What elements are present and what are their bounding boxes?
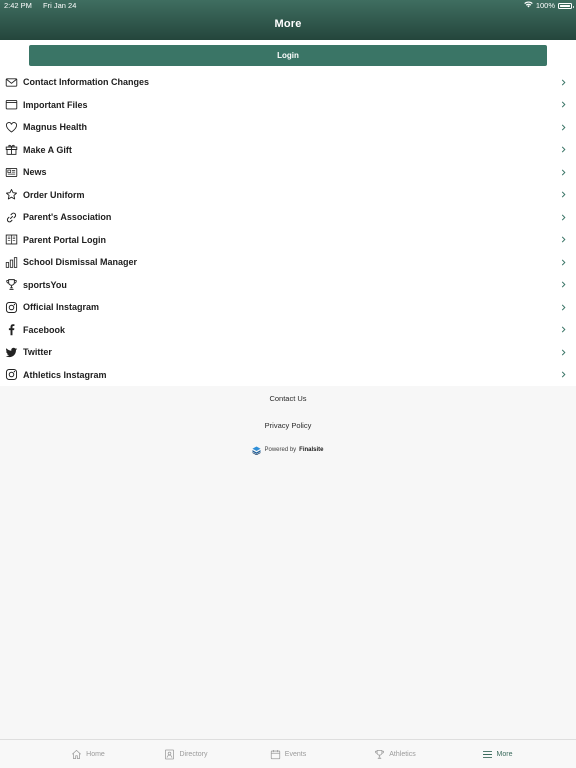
newspaper-icon [5,166,18,179]
status-bar: 2:42 PM Fri Jan 24 100% [0,0,576,12]
app-header: 2:42 PM Fri Jan 24 100% More [0,0,576,40]
bottom-tab-bar: Home Directory Events Athletics More [0,739,576,768]
battery-percent: 100% [535,1,555,10]
chevron-right-icon [560,326,567,333]
directory-icon [164,749,175,760]
menu-item-news[interactable]: News [0,161,576,184]
menu-item-label: Facebook [23,324,66,335]
menu-item-label: Make A Gift [23,144,72,155]
menu-item-parent-portal-login[interactable]: Parent Portal Login [0,229,576,252]
chevron-right-icon [560,259,567,266]
battery-icon [558,3,574,9]
calendar-icon [270,749,281,760]
menu-item-label: School Dismissal Manager [23,257,138,267]
chevron-right-icon [560,79,567,86]
home-icon [71,749,82,760]
chevron-right-icon [560,281,567,288]
menu-item-make-a-gift[interactable]: Make A Gift [0,139,576,162]
menu-item-label: Parent Portal Login [23,234,107,245]
facebook-icon [5,323,18,336]
status-left: 2:42 PM Fri Jan 24 [4,0,76,12]
contact-us-link[interactable]: Contact Us [0,394,576,404]
menu-item-official-instagram[interactable]: Official Instagram [0,296,576,319]
menu-item-label: Parent's Association [23,212,112,222]
login-button[interactable]: Login [29,45,547,66]
tab-directory[interactable]: Directory [143,740,229,768]
menu-item-important-files[interactable]: Important Files [0,94,576,117]
chevron-right-icon [560,146,567,153]
tab-home-label: Home [86,750,105,758]
bar-chart-icon [5,256,18,269]
tab-athletics[interactable]: Athletics [352,740,438,768]
login-area: Login [0,40,576,71]
menu-item-label: Important Files [23,99,88,110]
menu-item-school-dismissal-manager[interactable]: School Dismissal Manager [0,251,576,274]
tab-events[interactable]: Events [245,740,331,768]
chevron-right-icon [560,124,567,131]
menu-item-facebook[interactable]: Facebook [0,319,576,342]
heart-icon [5,121,18,134]
chevron-right-icon [560,304,567,311]
menu-item-label: Magnus Health [23,122,88,132]
wifi-icon [524,0,533,12]
gift-icon [5,143,18,156]
menu-item-label: Contact Information Changes [23,77,150,87]
folder-icon [5,98,18,111]
menu-item-label: Twitter [23,347,52,357]
tab-athletics-label: Athletics [389,750,416,758]
trophy-icon [5,278,18,291]
instagram-icon [5,301,18,314]
tab-home[interactable]: Home [45,740,131,768]
menu-item-label: sportsYou [23,279,67,290]
tab-more-label: More [496,750,513,758]
menu-item-label: Order Uniform [23,189,85,200]
chevron-right-icon [560,101,567,108]
chevron-right-icon [560,371,567,378]
finalsite-logo-icon [252,445,262,455]
menu-icon [482,749,493,760]
menu-item-athletics-instagram[interactable]: Athletics Instagram [0,364,576,387]
tab-events-label: Events [284,750,307,758]
trophy-icon [374,749,385,760]
powered-by-prefix: Powered by [264,447,297,453]
tab-directory-label: Directory [179,750,208,758]
menu-item-twitter[interactable]: Twitter [0,341,576,364]
menu-list: Contact Information Changes Important Fi… [0,71,576,386]
menu-item-magnus-health[interactable]: Magnus Health [0,116,576,139]
twitter-icon [5,346,18,359]
menu-item-label: Athletics Instagram [23,369,107,380]
chevron-right-icon [560,214,567,221]
status-date: Fri Jan 24 [43,1,77,10]
menu-item-label: Official Instagram [23,302,100,312]
menu-item-label: News [23,167,47,177]
chevron-right-icon [560,169,567,176]
star-icon [5,188,18,201]
chevron-right-icon [560,191,567,198]
link-icon [5,211,18,224]
powered-by-brand: Finalsite [299,447,324,453]
menu-item-sportsyou[interactable]: sportsYou [0,274,576,297]
menu-item-parents-association[interactable]: Parent's Association [0,206,576,229]
status-right: 100% [524,0,574,12]
instagram-icon [5,368,18,381]
menu-item-order-uniform[interactable]: Order Uniform [0,184,576,207]
envelope-icon [5,76,18,89]
chevron-right-icon [560,349,567,356]
privacy-policy-link[interactable]: Privacy Policy [0,421,576,431]
status-time: 2:42 PM [4,1,32,10]
menu-item-contact-information-changes[interactable]: Contact Information Changes [0,71,576,94]
page-title: More [274,18,302,30]
chevron-right-icon [560,236,567,243]
powered-by-finalsite[interactable]: Powered by Finalsite [0,445,576,455]
tab-more[interactable]: More [454,740,540,768]
book-icon [5,233,18,246]
